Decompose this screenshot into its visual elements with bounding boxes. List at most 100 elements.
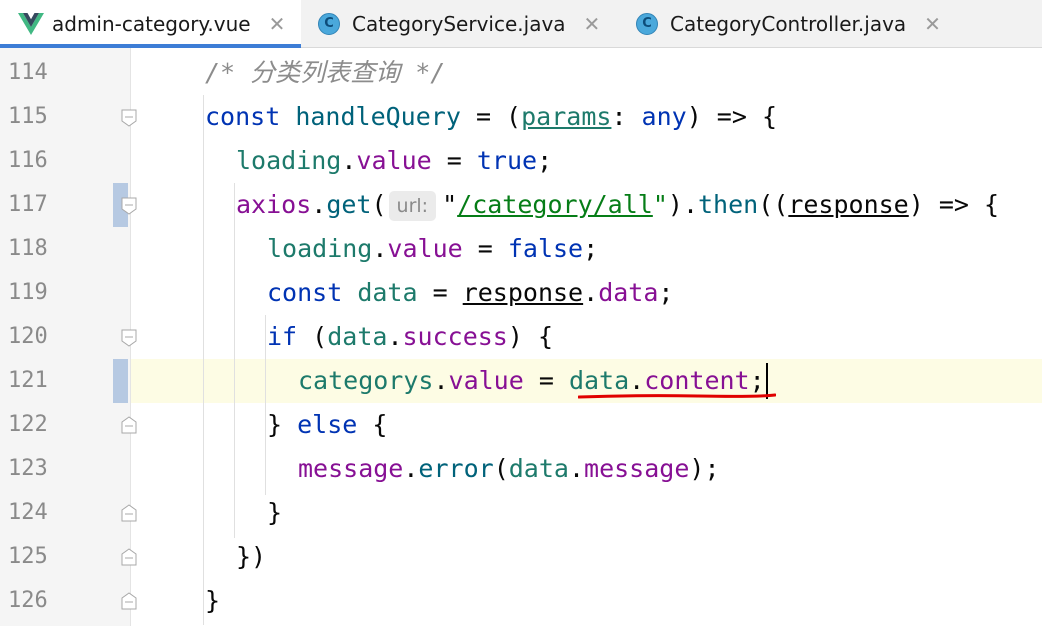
java-class-icon: C xyxy=(318,12,340,35)
line-number[interactable]: 125 xyxy=(8,535,68,579)
code-line[interactable]: message.error(data.message); xyxy=(298,447,720,491)
code-token: axios xyxy=(236,190,312,219)
java-class-icon: C xyxy=(636,12,658,35)
line-number[interactable]: 117 xyxy=(8,183,68,227)
code-token: . xyxy=(387,322,403,351)
code-token: } xyxy=(267,498,283,527)
code-token: categorys xyxy=(298,366,434,395)
fold-close-icon[interactable] xyxy=(121,416,137,434)
code-token: response xyxy=(788,190,909,219)
code-token: /category/all xyxy=(457,190,653,219)
fold-open-icon[interactable] xyxy=(121,197,137,215)
code-token: ; xyxy=(537,146,553,175)
code-token: get xyxy=(326,190,372,219)
code-token: data xyxy=(508,454,569,483)
line-number[interactable]: 122 xyxy=(8,403,68,447)
code-token: = ( xyxy=(460,102,522,131)
tab-label: admin-category.vue xyxy=(52,11,251,36)
close-icon[interactable]: ✕ xyxy=(584,12,601,36)
fold-close-icon[interactable] xyxy=(121,548,137,566)
code-line[interactable]: }) xyxy=(236,535,266,579)
line-number[interactable]: 123 xyxy=(8,447,68,491)
code-token: then xyxy=(698,190,759,219)
code-line[interactable]: if (data.success) { xyxy=(267,315,553,359)
code-token: params xyxy=(521,102,612,131)
code-token: value xyxy=(387,234,463,263)
tab-admin-category-vue[interactable]: admin-category.vue ✕ xyxy=(0,0,301,48)
code-token: ) => { xyxy=(686,102,778,131)
code-token: ( xyxy=(297,322,328,351)
vcs-change-marker[interactable] xyxy=(113,359,128,403)
code-token: value xyxy=(448,366,524,395)
code-token: : xyxy=(611,102,642,131)
code-token: " xyxy=(652,190,668,219)
code-token: any xyxy=(641,102,687,131)
code-token: const xyxy=(267,278,343,307)
code-token: { xyxy=(357,410,388,439)
code-token: const xyxy=(205,102,281,131)
vue-icon xyxy=(18,12,44,35)
tab-category-service-java[interactable]: C CategoryService.java ✕ xyxy=(318,0,618,47)
code-line[interactable]: } xyxy=(267,491,282,535)
tab-category-controller-java[interactable]: C CategoryController.java ✕ xyxy=(636,0,976,47)
line-number[interactable]: 116 xyxy=(8,139,68,183)
line-number[interactable]: 120 xyxy=(8,315,68,359)
fold-close-icon[interactable] xyxy=(121,504,137,522)
code-token: handleQuery xyxy=(295,102,461,131)
indent-guide xyxy=(203,95,204,625)
code-token: loading xyxy=(236,146,342,175)
indent-guide xyxy=(234,183,235,538)
line-number[interactable]: 118 xyxy=(8,227,68,271)
close-icon[interactable]: ✕ xyxy=(269,12,286,36)
code-token: ) => { xyxy=(908,190,1000,219)
code-token: . xyxy=(403,454,419,483)
line-number[interactable]: 115 xyxy=(8,95,68,139)
code-token: } xyxy=(267,410,298,439)
code-line[interactable]: axios.get(url: "/category/all").then((res… xyxy=(236,183,999,227)
code-token: . xyxy=(372,234,388,263)
code-token: success xyxy=(402,322,508,351)
line-number[interactable]: 126 xyxy=(8,579,68,623)
code-token: . xyxy=(341,146,357,175)
code-token: ( xyxy=(371,190,387,219)
code-token: = xyxy=(523,366,569,395)
fold-close-icon[interactable] xyxy=(121,592,137,610)
tab-label: CategoryController.java xyxy=(670,11,907,36)
code-token: false xyxy=(507,234,584,263)
code-line[interactable]: const data = response.data; xyxy=(267,271,673,315)
fold-open-icon[interactable] xyxy=(121,109,137,127)
code-token: . xyxy=(311,190,327,219)
code-line[interactable]: } xyxy=(205,579,220,623)
code-line[interactable]: loading.value = false; xyxy=(267,227,598,271)
code-token: ; xyxy=(658,278,674,307)
code-token: message xyxy=(298,454,404,483)
code-token: . xyxy=(433,366,449,395)
code-token: . xyxy=(568,454,585,483)
code-token: data xyxy=(357,278,418,307)
code-token: else xyxy=(297,410,358,439)
code-line[interactable]: /* 分类列表查询 */ xyxy=(205,51,445,95)
code-token: } xyxy=(205,586,221,615)
parameter-hint: url: xyxy=(388,191,437,221)
code-token: . xyxy=(583,278,599,307)
code-token: ); xyxy=(689,454,720,483)
code-line[interactable]: loading.value = true; xyxy=(236,139,552,183)
close-icon[interactable]: ✕ xyxy=(924,12,941,36)
code-line[interactable]: } else { xyxy=(267,403,387,447)
fold-open-icon[interactable] xyxy=(121,329,137,347)
line-number[interactable]: 121 xyxy=(8,359,68,403)
code-token: = xyxy=(417,278,463,307)
code-token: }) xyxy=(236,542,267,571)
code-token: = xyxy=(431,146,477,175)
line-number[interactable]: 119 xyxy=(8,271,68,315)
tab-label: CategoryService.java xyxy=(352,11,566,36)
code-line[interactable]: const handleQuery = (params: any) => { xyxy=(205,95,777,139)
code-token: ) { xyxy=(507,322,554,351)
line-number[interactable]: 124 xyxy=(8,491,68,535)
code-token: ( xyxy=(493,454,509,483)
code-token: data xyxy=(568,366,630,395)
line-number[interactable]: 114 xyxy=(8,51,68,95)
code-token: response xyxy=(462,278,584,307)
